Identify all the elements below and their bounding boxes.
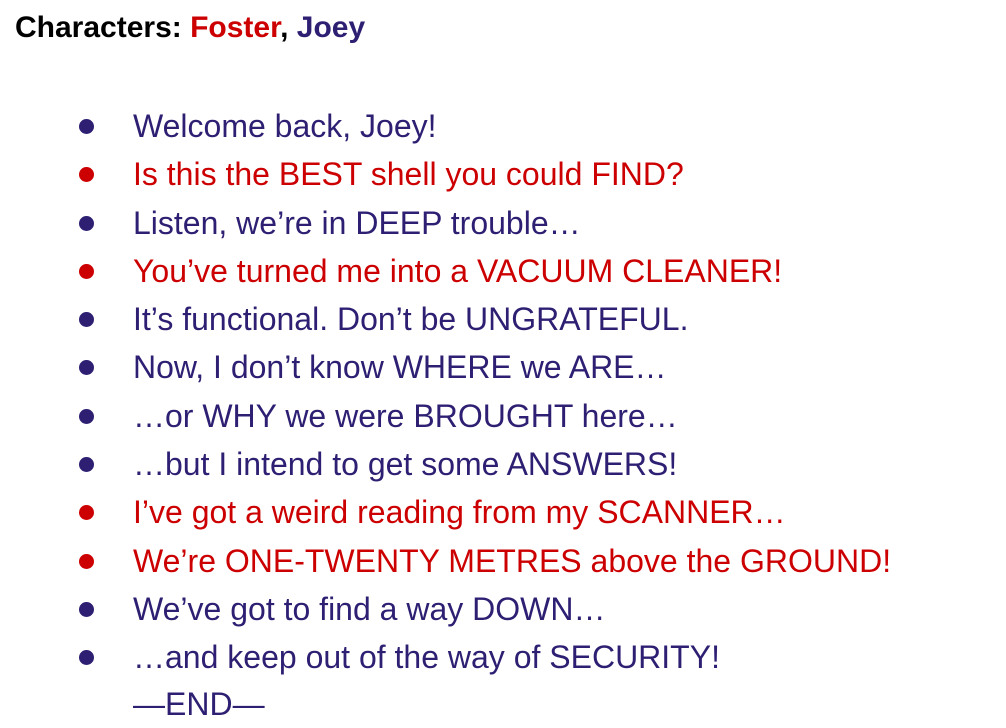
bullet-icon: [79, 650, 94, 666]
dialog-text: Is this the BEST shell you could FIND?: [133, 156, 684, 193]
dialog-text: You’ve turned me into a VACUUM CLEANER!: [133, 252, 783, 289]
dialog-text: It’s functional. Don’t be UNGRATEFUL.: [133, 301, 689, 338]
character-separator: ,: [280, 11, 297, 44]
bullet-icon: [79, 553, 94, 569]
characters-heading: Characters: Foster, Joey: [15, 8, 365, 48]
bullet-icon: [79, 263, 94, 279]
dialog-text: Now, I don’t know WHERE we ARE…: [133, 349, 667, 386]
dialog-text: …and keep out of the way of SECURITY!: [133, 639, 720, 676]
bullet-icon: [79, 119, 94, 134]
dialog-text: Listen, we’re in DEEP trouble…: [133, 204, 581, 241]
character-name-joey: Joey: [296, 11, 366, 44]
dialog-text: We’ve got to find a way DOWN…: [133, 590, 606, 627]
bullet-icon: [79, 457, 94, 473]
dialog-text: …but I intend to get some ANSWERS!: [133, 446, 678, 483]
dialog-text: I’ve got a weird reading from my SCANNER…: [133, 494, 786, 531]
bullet-icon: [79, 167, 94, 183]
bullet-icon: [79, 360, 94, 376]
characters-label: Characters:: [15, 11, 191, 44]
bullet-icon: [79, 408, 94, 424]
bullet-icon: [79, 312, 94, 328]
dialog-text: Welcome back, Joey!: [133, 108, 437, 144]
bullet-icon: [79, 505, 94, 521]
character-name-foster: Foster: [190, 11, 281, 44]
bullet-icon: [79, 215, 94, 231]
bullet-icon: [79, 601, 94, 617]
dialog-text: We’re ONE-TWENTY METRES above the GROUND…: [133, 542, 892, 579]
dialog-text: …or WHY we were BROUGHT here…: [133, 397, 678, 434]
